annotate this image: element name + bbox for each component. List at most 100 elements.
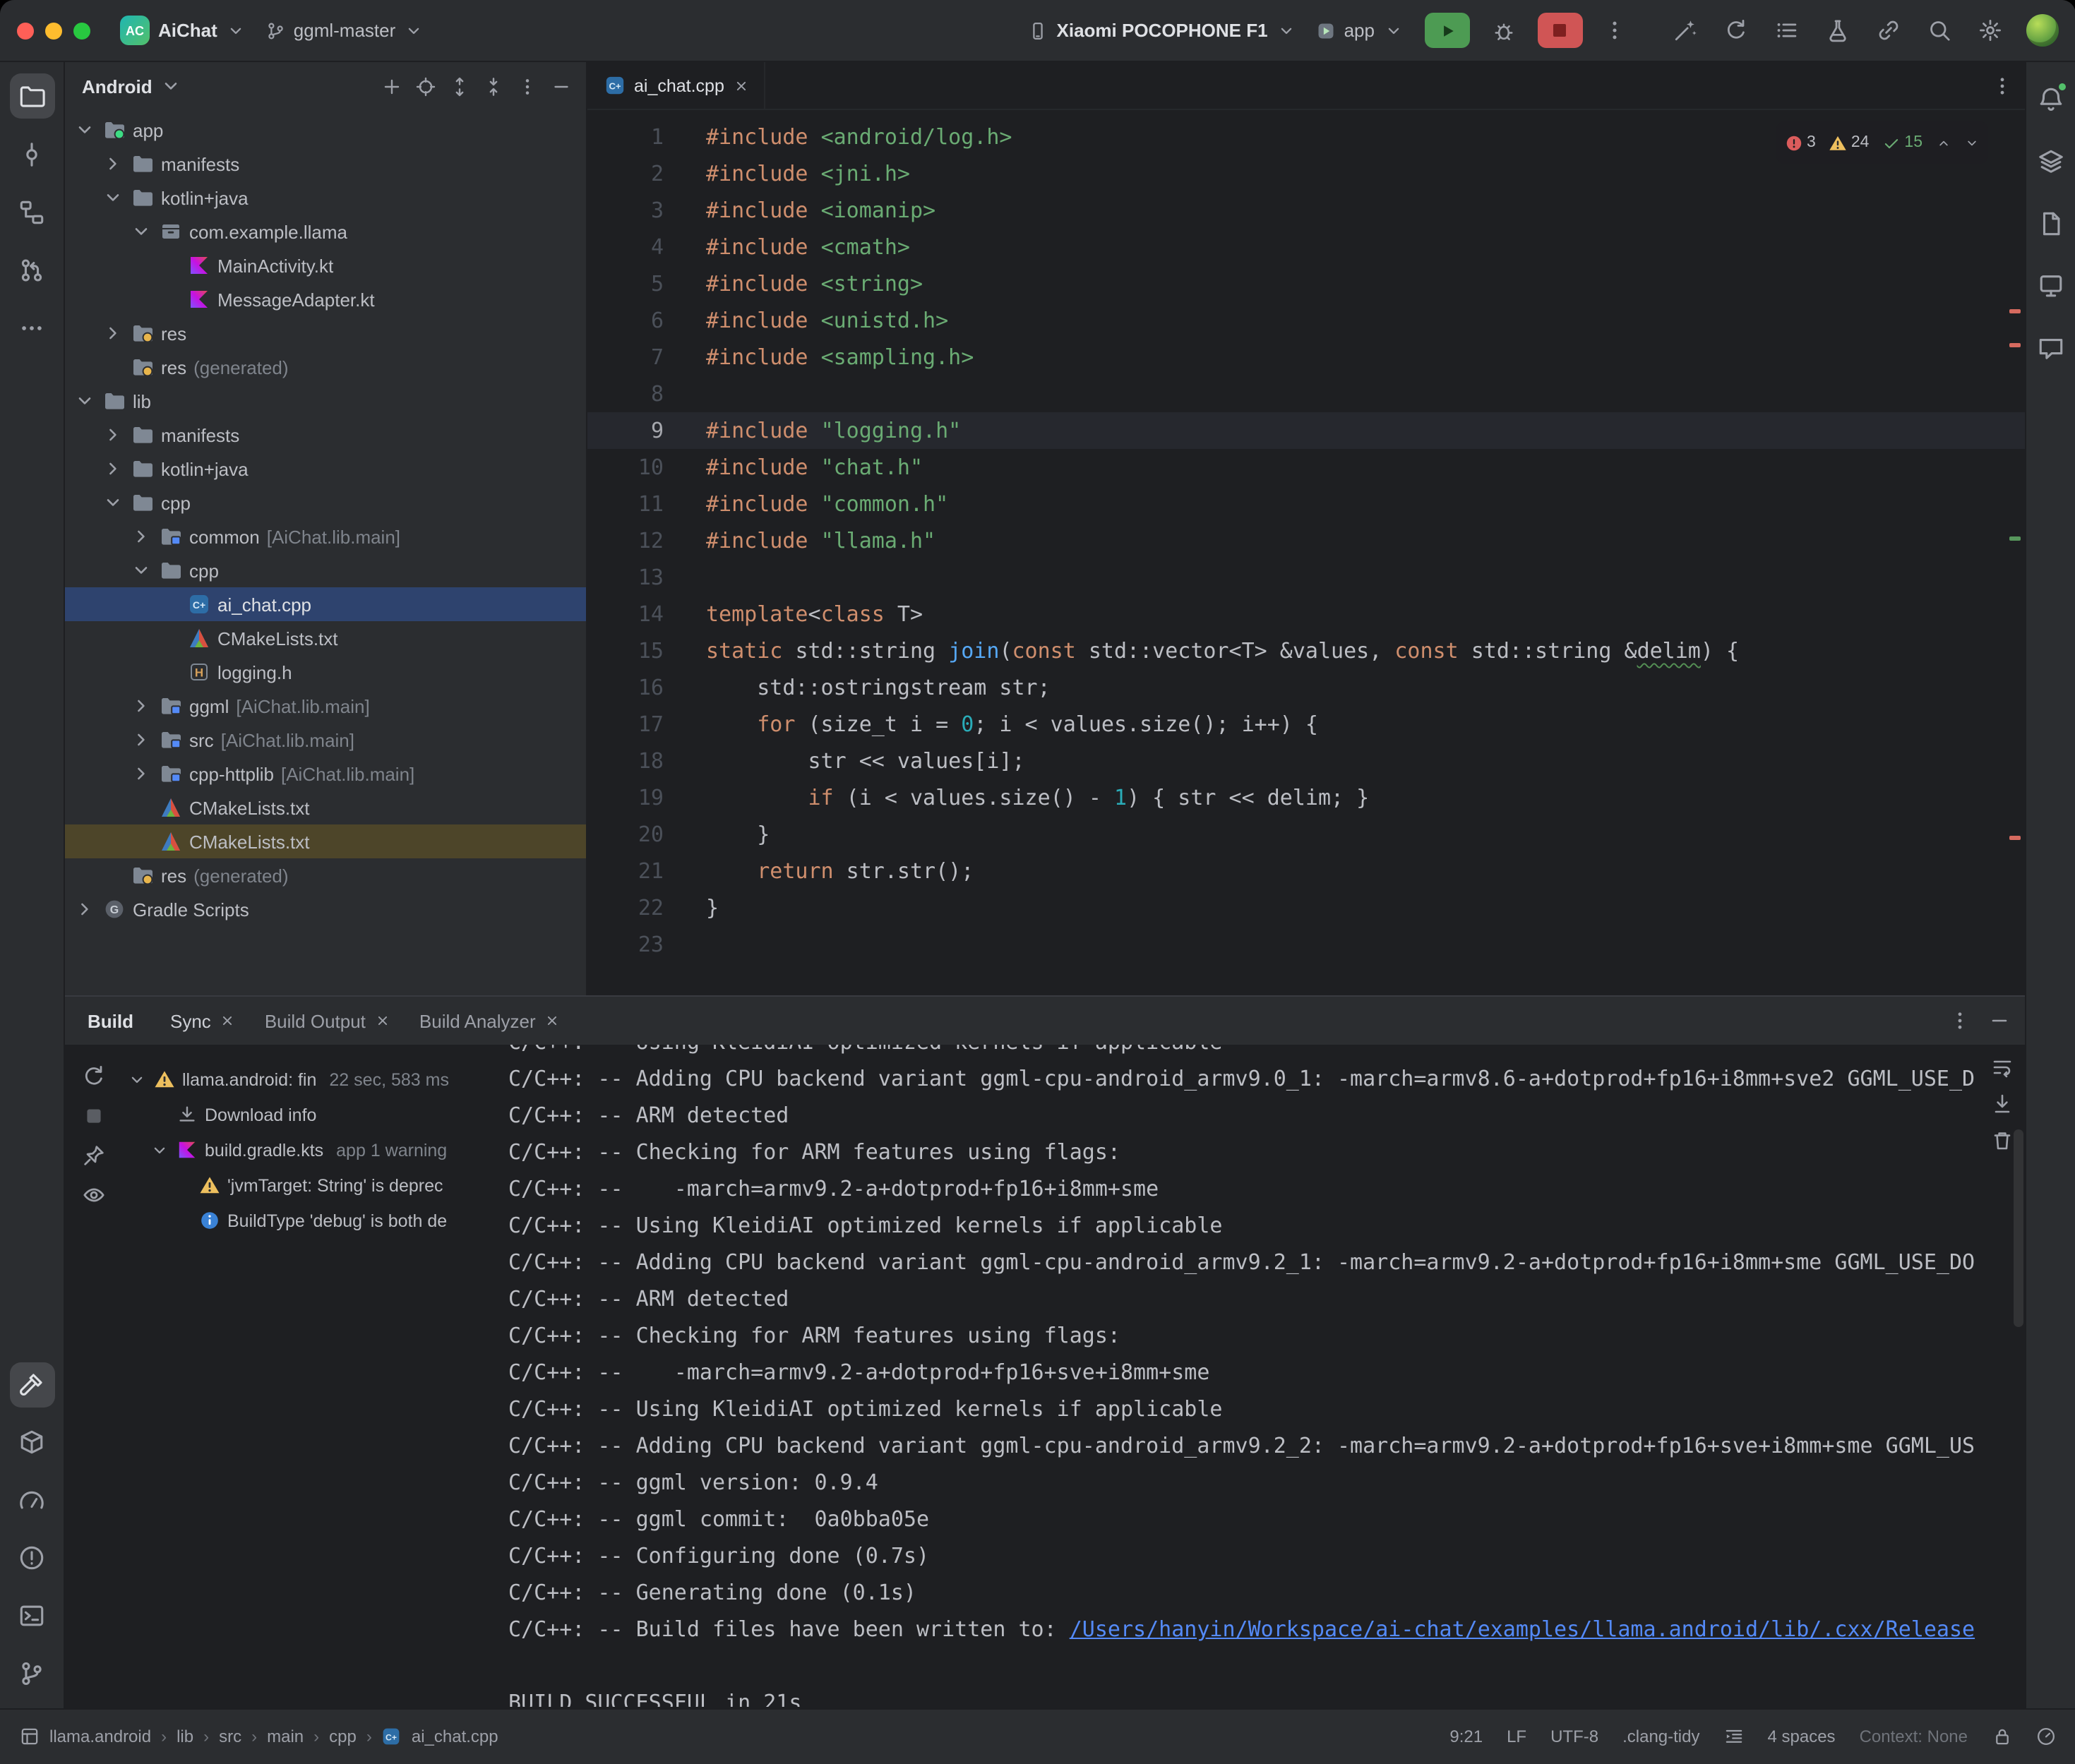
gutter-line-number[interactable]: 19: [587, 779, 706, 816]
gutter-line-number[interactable]: 10: [587, 449, 706, 486]
chevron-right-icon[interactable]: [130, 762, 153, 785]
project-tree-item[interactable]: res (generated): [65, 350, 586, 384]
tool-terminal[interactable]: [9, 1593, 54, 1638]
project-tree-item[interactable]: manifests: [65, 147, 586, 181]
chevron-down-icon[interactable]: [130, 220, 153, 243]
project-tree-item[interactable]: cpp: [65, 486, 586, 520]
preview-icon[interactable]: [81, 1183, 105, 1207]
tool-gradle[interactable]: [2028, 138, 2073, 184]
more-options-icon[interactable]: [517, 76, 538, 97]
build-tree-item[interactable]: Download info: [121, 1097, 500, 1132]
prev-problem-icon[interactable]: [1935, 135, 1951, 150]
project-tree-item[interactable]: lib: [65, 384, 586, 418]
gutter-line-number[interactable]: 14: [587, 596, 706, 632]
tab-sync[interactable]: Sync: [159, 1004, 248, 1037]
zoom-window-button[interactable]: [73, 22, 90, 39]
console-scrollbar[interactable]: [2013, 1129, 2023, 1327]
gutter-line-number[interactable]: 2: [587, 155, 706, 192]
gutter-line-number[interactable]: 20: [587, 816, 706, 853]
gauge-icon[interactable]: [2035, 1727, 2055, 1746]
tool-dependencies[interactable]: [9, 1420, 54, 1465]
chevron-down-icon[interactable]: [73, 119, 96, 141]
editor-tab[interactable]: C+ ai_chat.cpp: [587, 62, 765, 109]
add-icon[interactable]: [381, 76, 402, 97]
project-view-mode[interactable]: Android: [82, 76, 153, 97]
chevron-right-icon[interactable]: [102, 457, 124, 480]
gutter-line-number[interactable]: 9: [587, 412, 706, 449]
chevron-right-icon[interactable]: [130, 695, 153, 717]
project-tree-item[interactable]: MessageAdapter.kt: [65, 282, 586, 316]
code-line[interactable]: #include "llama.h": [706, 522, 2024, 559]
close-window-button[interactable]: [17, 22, 34, 39]
code-line[interactable]: std::ostringstream str;: [706, 669, 2024, 706]
code-editor[interactable]: 1234567891011121314151617181920212223 #i…: [587, 110, 2024, 995]
tool-version-control[interactable]: [9, 1651, 54, 1696]
minimize-window-button[interactable]: [45, 22, 62, 39]
build-tree-item[interactable]: llama.android: fin22 sec, 583 ms: [121, 1062, 500, 1097]
close-tab-icon[interactable]: [220, 1012, 237, 1029]
build-tree-item[interactable]: 'jvmTarget: String' is deprec: [121, 1168, 500, 1203]
editor-options-icon[interactable]: [1990, 74, 2013, 97]
locate-file-icon[interactable]: [415, 76, 436, 97]
gutter-line-number[interactable]: 17: [587, 706, 706, 743]
chevron-right-icon[interactable]: [73, 898, 96, 920]
tool-assistant[interactable]: [2028, 325, 2073, 370]
line-ending[interactable]: LF: [1507, 1727, 1526, 1746]
code-line[interactable]: #include "logging.h": [706, 412, 2024, 449]
tool-device-explorer[interactable]: [2028, 200, 2073, 246]
settings-button[interactable]: [1972, 12, 2009, 49]
code-line[interactable]: if (i < values.size() - 1) { str << deli…: [706, 779, 2024, 816]
gutter-line-number[interactable]: 8: [587, 376, 706, 412]
build-tree-item[interactable]: BuildType 'debug' is both de: [121, 1203, 500, 1238]
chevron-down-icon[interactable]: [102, 491, 124, 514]
gutter-line-number[interactable]: 18: [587, 743, 706, 779]
chevron-down-icon[interactable]: [150, 1140, 169, 1160]
chevron-right-icon[interactable]: [102, 322, 124, 344]
run-configuration-selector[interactable]: app: [1306, 14, 1413, 47]
breadcrumb-item[interactable]: src: [219, 1727, 241, 1746]
next-problem-icon[interactable]: [1963, 135, 1979, 150]
tool-problems[interactable]: [9, 1535, 54, 1580]
chevron-down-icon[interactable]: [130, 559, 153, 582]
gutter-line-number[interactable]: 12: [587, 522, 706, 559]
breadcrumb-item[interactable]: cpp: [329, 1727, 357, 1746]
inspections-widget[interactable]: 3 24 15: [1776, 121, 1987, 164]
project-tree-item[interactable]: C+ai_chat.cpp: [65, 587, 586, 621]
project-tree-item[interactable]: ggml [AiChat.lib.main]: [65, 689, 586, 723]
code-line[interactable]: [706, 376, 2024, 412]
gutter-line-number[interactable]: 15: [587, 632, 706, 669]
chevron-down-icon[interactable]: [127, 1069, 147, 1089]
chevron-down-icon[interactable]: [160, 75, 182, 97]
gutter-line-number[interactable]: 23: [587, 926, 706, 963]
code-line[interactable]: for (size_t i = 0; i < values.size(); i+…: [706, 706, 2024, 743]
tab-build-output[interactable]: Build Output: [253, 1004, 402, 1037]
code-line[interactable]: }: [706, 889, 2024, 926]
expand-all-icon[interactable]: [449, 76, 470, 97]
refresh-icon[interactable]: [81, 1064, 105, 1088]
project-tree-item[interactable]: res (generated): [65, 858, 586, 892]
project-tree-item[interactable]: manifests: [65, 418, 586, 452]
project-tree-item[interactable]: kotlin+java: [65, 181, 586, 215]
gutter-line-number[interactable]: 11: [587, 486, 706, 522]
project-tree-item[interactable]: CMakeLists.txt: [65, 621, 586, 655]
chevron-right-icon[interactable]: [102, 152, 124, 175]
code-line[interactable]: [706, 926, 2024, 963]
chevron-right-icon[interactable]: [130, 728, 153, 751]
close-tab-icon[interactable]: [544, 1012, 561, 1029]
tool-commit[interactable]: [9, 131, 54, 176]
wand-button[interactable]: [1667, 12, 1704, 49]
project-tree-item[interactable]: src [AiChat.lib.main]: [65, 723, 586, 757]
project-tree-item[interactable]: cpp: [65, 553, 586, 587]
hide-panel-icon[interactable]: [551, 76, 572, 97]
git-branch-widget[interactable]: ggml-master: [256, 14, 434, 47]
project-tree-item[interactable]: app: [65, 113, 586, 147]
project-tree-item[interactable]: common [AiChat.lib.main]: [65, 520, 586, 553]
warning-count[interactable]: 24: [1829, 124, 1870, 161]
tool-pull-requests[interactable]: [9, 247, 54, 292]
tab-build-analyzer[interactable]: Build Analyzer: [408, 1004, 573, 1037]
indent-icon[interactable]: [1724, 1727, 1744, 1746]
gutter-line-number[interactable]: 13: [587, 559, 706, 596]
checklist-button[interactable]: [1769, 12, 1805, 49]
hide-build-panel-icon[interactable]: [1987, 1009, 2010, 1032]
project-tree-item[interactable]: res: [65, 316, 586, 350]
